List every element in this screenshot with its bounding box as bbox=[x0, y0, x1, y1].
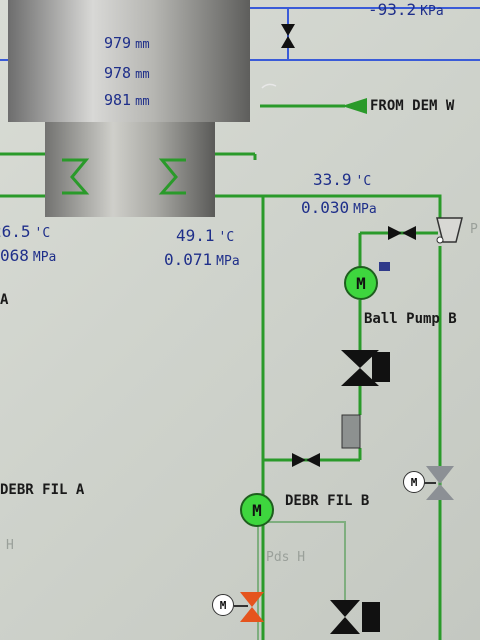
level-unit: mm bbox=[135, 67, 150, 81]
filter-icon bbox=[341, 414, 361, 449]
top-pressure-readout: -93.2 KPa bbox=[368, 0, 444, 19]
valve-icon bbox=[292, 453, 320, 467]
level-value: 979 bbox=[104, 34, 132, 52]
left-edge-label: A bbox=[0, 292, 9, 308]
left-temp-readout: 26.5'C bbox=[0, 222, 51, 241]
from-dem-label: FROM DEM W bbox=[370, 98, 455, 114]
mid-press-readout: 0.071 MPa bbox=[164, 250, 240, 269]
tank-level-3: 981 mm bbox=[104, 91, 150, 109]
indicator-icon bbox=[379, 262, 390, 271]
debr-fil-a-label: DEBR FIL A bbox=[0, 482, 85, 498]
ball-pump-label: Ball Pump B bbox=[364, 311, 457, 327]
valve-icon bbox=[388, 226, 416, 240]
level-value: 981 bbox=[104, 91, 132, 109]
from-dem-arrow bbox=[260, 98, 367, 114]
tank-level-1: 979 mm bbox=[104, 34, 150, 52]
right-press-readout: 0.030 MPa bbox=[301, 198, 377, 217]
tank-level-2: 978 mm bbox=[104, 64, 150, 82]
level-value: 978 bbox=[104, 64, 132, 82]
control-valve-icon bbox=[341, 350, 390, 386]
level-unit: mm bbox=[135, 94, 150, 108]
pump-icon bbox=[436, 217, 463, 244]
right-temp-readout: 33.9 'C bbox=[313, 170, 372, 189]
control-valve-icon bbox=[330, 600, 380, 634]
motor-label: M bbox=[356, 273, 366, 293]
h-label: H bbox=[6, 538, 14, 553]
level-unit: mm bbox=[135, 37, 150, 51]
ball-pump-motor[interactable]: M bbox=[344, 266, 378, 300]
left-press-readout: 068 MPa bbox=[0, 246, 57, 265]
right-edge-label: P bbox=[470, 222, 478, 237]
pds-label: Pds H bbox=[266, 550, 306, 565]
small-motor-icon[interactable]: M bbox=[403, 471, 425, 493]
debr-fil-b-motor[interactable]: M bbox=[240, 493, 274, 527]
mid-temp-readout: 49.1 'C bbox=[176, 226, 235, 245]
motor-label: M bbox=[252, 500, 262, 520]
valve-icon bbox=[281, 24, 295, 36]
debr-fil-b-label: DEBR FIL B bbox=[285, 493, 370, 509]
small-motor-icon[interactable]: M bbox=[212, 594, 234, 616]
